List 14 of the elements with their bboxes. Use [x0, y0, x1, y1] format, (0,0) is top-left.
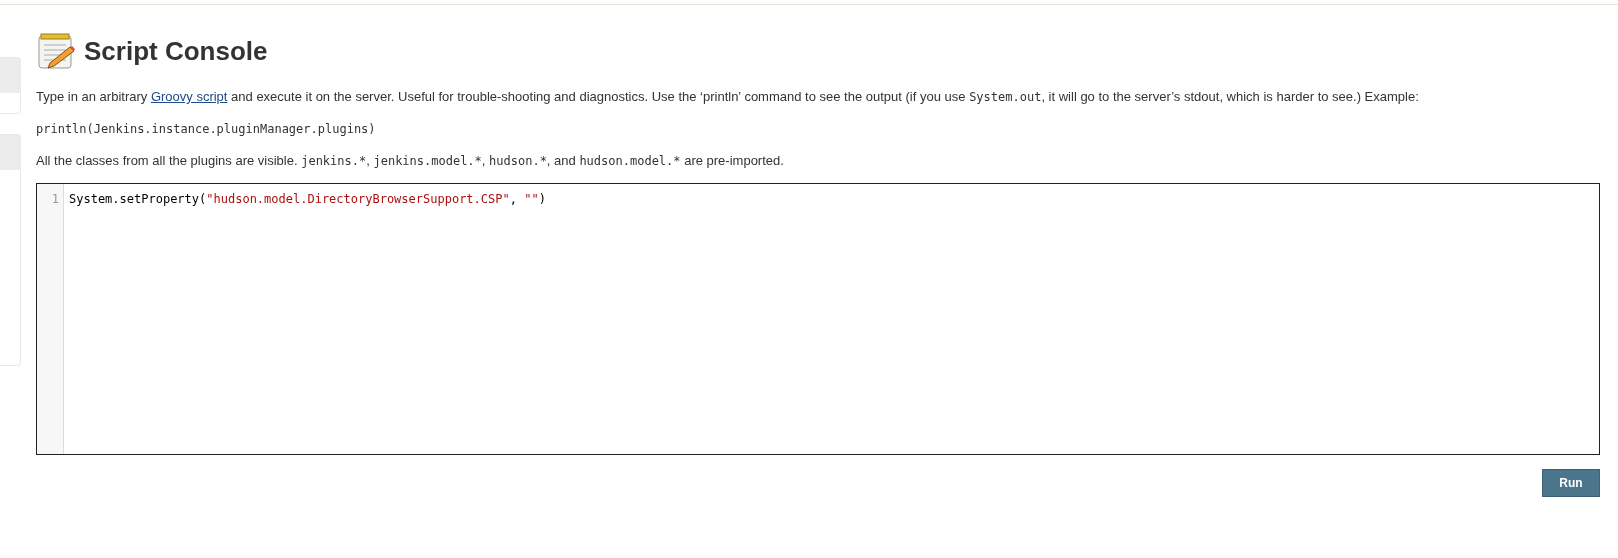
intro-text: Type in an arbitrary Groovy script and execute it on the server. Useful for trouble-shooting and diagnostics. Use the ‘println’ command to see the output (if you use System.out, it will go to the server’s stdout, which is harder to see.) Example: [36, 88, 1420, 106]
script-editor[interactable]: 1 System.setProperty("hudson.model.DirectoryBrowserSupport.CSP", "") [36, 183, 1600, 455]
run-button[interactable]: Run [1542, 469, 1600, 497]
inline-code: hudson.* [489, 154, 547, 168]
example-code: println(Jenkins.instance.pluginManager.plugins) [36, 121, 377, 138]
notepad-pencil-icon [36, 31, 76, 71]
inline-code: jenkins.* [301, 154, 367, 168]
groovy-link[interactable]: Groovy script [150, 89, 228, 104]
code-line: System.setProperty("hudson.model.DirectoryBrowserSupport.CSP", "") [69, 191, 547, 207]
inline-code: hudson.model.* [579, 154, 681, 168]
imports-text: All the classes from all the plugins are visible. jenkins.*, jenkins.model.*, hudson.*, and hudson.model.* are pre-imported. [36, 152, 785, 170]
line-number: 1 [50, 191, 60, 207]
inline-code: jenkins.model.* [373, 154, 482, 168]
page-title: Script Console [84, 35, 268, 67]
